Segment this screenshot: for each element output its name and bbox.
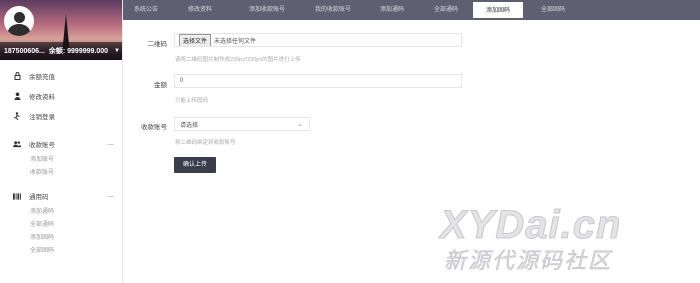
sidebar-item-logout[interactable]: 注销登录 (0, 106, 122, 126)
sidebar-group-qrcodes[interactable]: 通用码 — (0, 186, 122, 206)
tab-add-universal[interactable]: 添加通码 (365, 0, 419, 20)
caret-down-icon: ▼ (114, 48, 120, 54)
sidebar-group-label: 收款账号 (29, 142, 55, 149)
user-phone: 187500606... (4, 47, 45, 55)
account-select[interactable]: 请选择 ⌄ (174, 117, 310, 131)
sidebar-subitem-add-universal[interactable]: 添加通码 (0, 206, 122, 219)
submit-button[interactable]: 确认上传 (174, 157, 216, 173)
account-hint: 将二维码绑定到收款账号 (175, 140, 236, 146)
profile-banner: 187500606... 余额: 9999999.000 ▼ (0, 0, 122, 60)
tab-announcement[interactable]: 系统公告 (125, 0, 167, 20)
user-icon (13, 92, 21, 100)
watermark-logo: XYDai.cn (440, 203, 622, 247)
qrcode-icon (13, 192, 21, 200)
chevron-down-icon: ⌄ (297, 121, 303, 128)
tab-add-account[interactable]: 添加收款账号 (233, 0, 301, 20)
tab-add-fixed[interactable]: 添加固码 (473, 2, 523, 20)
watermark: XYDai.cn 新源代源码社区 (440, 205, 690, 275)
tab-edit-profile[interactable]: 修改资料 (167, 0, 233, 20)
account-label: 收款账号 (141, 124, 167, 131)
users-icon (13, 140, 21, 148)
tab-all-universal[interactable]: 全部通码 (419, 0, 473, 20)
collapse-icon: — (107, 140, 115, 148)
avatar[interactable] (4, 6, 34, 36)
sidebar-subitem-add-account[interactable]: 添加账号 (0, 154, 122, 167)
sidebar-item-recharge[interactable]: 余额充值 (0, 66, 122, 86)
sidebar-item-label: 修改资料 (29, 94, 55, 101)
tab-all-fixed[interactable]: 全部固码 (523, 0, 583, 20)
amount-input[interactable]: 0 (174, 74, 462, 88)
watermark-subtitle: 新源代源码社区 (444, 248, 613, 274)
sidebar-group-accounts[interactable]: 收款账号 — (0, 134, 122, 154)
amount-label: 金额 (154, 82, 167, 89)
sidebar-item-label: 余额充值 (29, 74, 55, 81)
sidebar-item-profile[interactable]: 修改资料 (0, 86, 122, 106)
sidebar-subitem-all-fixed[interactable]: 全部固码 (0, 245, 122, 258)
user-balance: 余额: 9999999.000 (48, 48, 109, 55)
tab-my-accounts[interactable]: 我的收款账号 (301, 0, 365, 20)
sidebar-subitem-add-fixed[interactable]: 添加固码 (0, 232, 122, 245)
account-select-value: 请选择 (180, 122, 199, 129)
lock-icon (13, 72, 21, 80)
sidebar-item-label: 注销登录 (29, 114, 55, 121)
sidebar-group-label: 通用码 (29, 194, 49, 201)
sidebar: 187500606... 余额: 9999999.000 ▼ 余额充值 修改资料… (0, 0, 123, 283)
user-info[interactable]: 187500606... 余额: 9999999.000 ▼ (4, 46, 120, 56)
amount-hint: 只能上传固码 (175, 98, 209, 104)
qrcode-label: 二维码 (147, 41, 168, 48)
sidebar-menu: 余额充值 修改资料 注销登录 收款账号 — 添加账号 收款账号 通用码 — 添加… (0, 60, 122, 258)
logout-icon (13, 112, 21, 120)
sidebar-subitem-all-universal[interactable]: 全部通码 (0, 219, 122, 232)
qrcode-hint: 请将二维码图片制作成230px*230px的图片进行上传 (175, 57, 301, 63)
sidebar-subitem-accounts[interactable]: 收款账号 (0, 167, 122, 180)
top-tab-bar: 系统公告 修改资料 添加收款账号 我的收款账号 添加通码 全部通码 添加固码 全… (123, 0, 700, 20)
amount-value: 0 (180, 78, 184, 84)
collapse-icon: — (107, 192, 115, 200)
